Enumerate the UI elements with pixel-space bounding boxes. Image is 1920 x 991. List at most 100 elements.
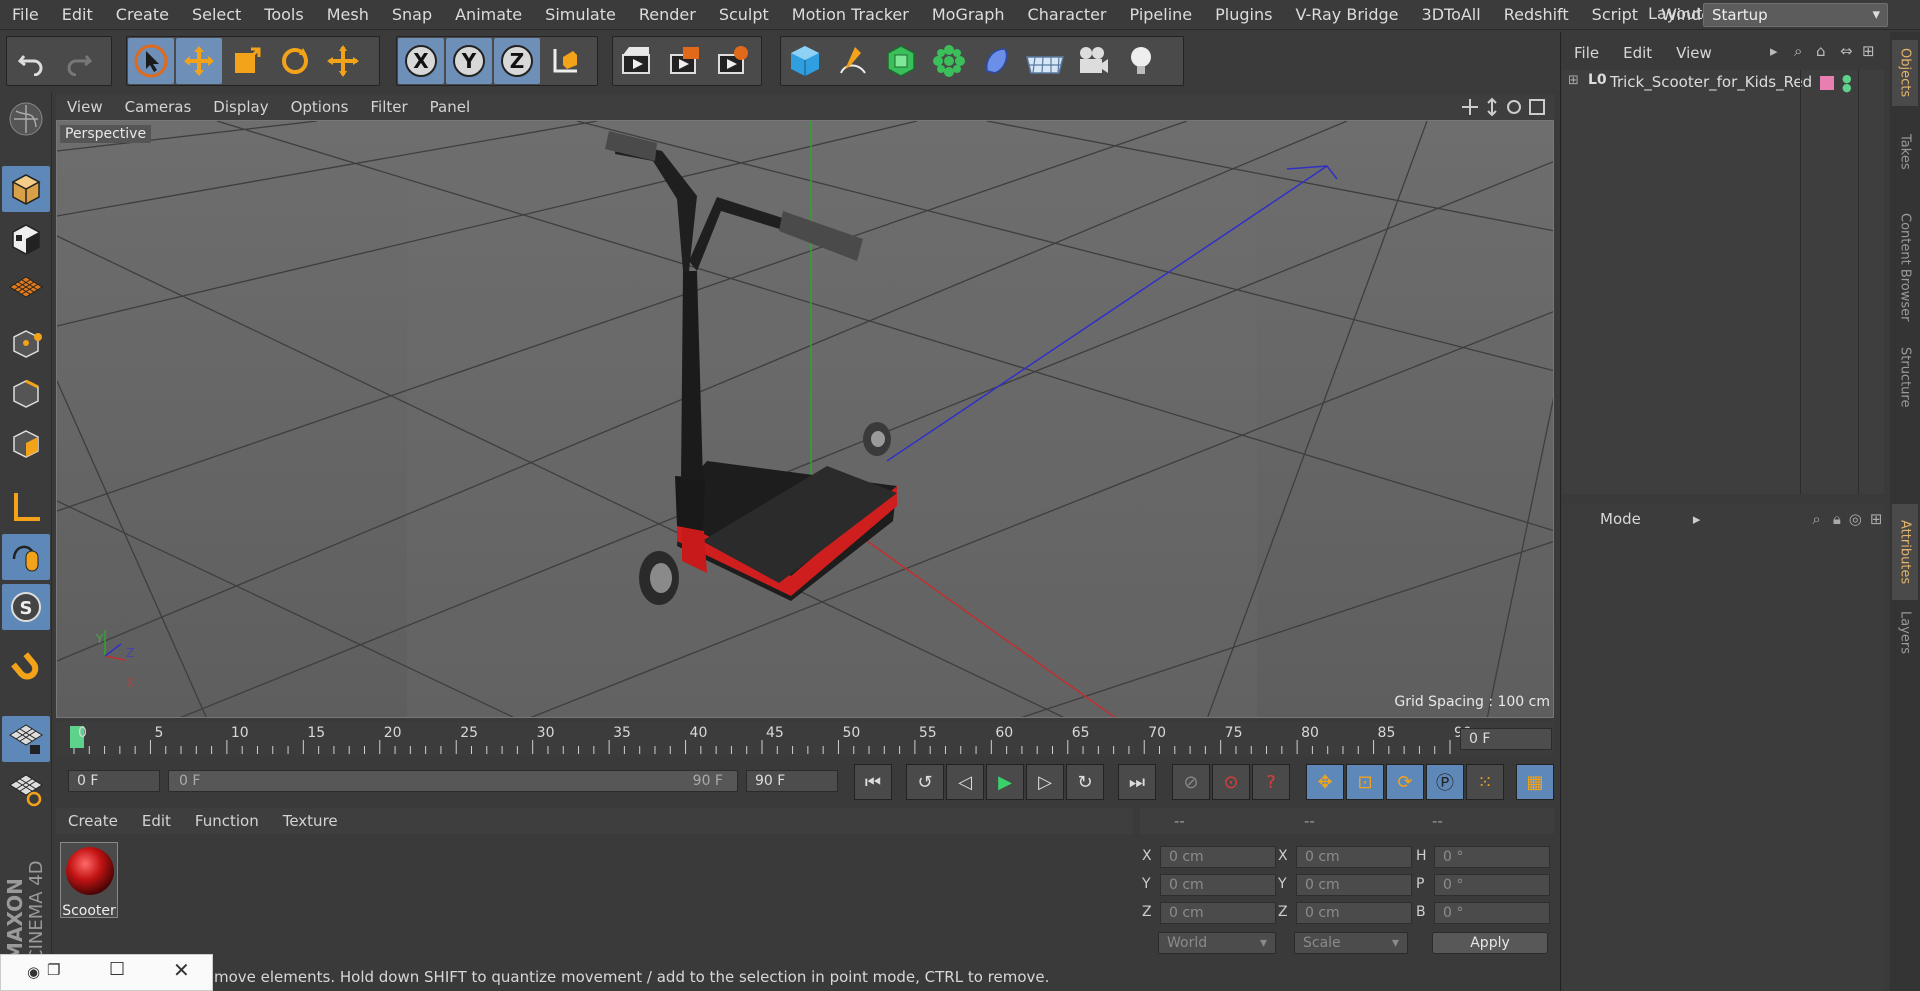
render-settings-icon[interactable] <box>710 38 756 84</box>
object-menu-view[interactable]: View <box>1664 44 1724 62</box>
tab-content-browser[interactable]: Content Browser <box>1892 198 1918 336</box>
material-menu-function[interactable]: Function <box>183 812 271 830</box>
make-editable-icon[interactable] <box>2 96 50 142</box>
mode-arrow-icon[interactable]: ▸ <box>1693 510 1701 528</box>
redo-icon[interactable] <box>56 38 102 84</box>
cube-primitive-icon[interactable] <box>782 38 828 84</box>
tab-layers[interactable]: Layers <box>1892 604 1918 662</box>
key-pla-icon[interactable]: ⁙ <box>1466 764 1504 800</box>
menu-plugins[interactable]: Plugins <box>1203 5 1283 24</box>
floor-environment-icon[interactable] <box>1022 38 1068 84</box>
object-menu-file[interactable]: File <box>1562 44 1611 62</box>
light-icon[interactable] <box>1118 38 1164 84</box>
pen-spline-icon[interactable] <box>830 38 876 84</box>
attr-search-icon[interactable]: ⌕ <box>1812 510 1820 528</box>
menu-snap[interactable]: Snap <box>380 5 443 24</box>
select-arrow-icon[interactable] <box>128 38 174 84</box>
rotate-icon[interactable] <box>272 38 318 84</box>
subdivision-surface-icon[interactable] <box>878 38 924 84</box>
menu-select[interactable]: Select <box>180 5 252 24</box>
undo-icon[interactable] <box>8 38 54 84</box>
menu-redshift[interactable]: Redshift <box>1492 5 1580 24</box>
polygons-mode-icon[interactable] <box>2 420 50 466</box>
material-tag-icon[interactable] <box>1820 76 1834 90</box>
go-to-end-icon[interactable]: ⏭ <box>1118 764 1156 800</box>
viewport-menu-options[interactable]: Options <box>280 98 360 116</box>
material-menu-texture[interactable]: Texture <box>271 812 350 830</box>
key-position-icon[interactable]: ✥ <box>1306 764 1344 800</box>
object-name[interactable]: Trick_Scooter_for_Kids_Red <box>1610 73 1812 91</box>
object-menu-edit[interactable]: Edit <box>1611 44 1664 62</box>
layout-select[interactable]: Startup <box>1703 3 1888 27</box>
coordinate-space-select[interactable]: World ▾ <box>1158 932 1276 954</box>
expand-toggle-icon[interactable]: ⊞ <box>1568 73 1579 88</box>
menu-sculpt[interactable]: Sculpt <box>707 5 780 24</box>
material-swatch-scooter[interactable]: Scooter <box>60 842 118 919</box>
render-picture-viewer-icon[interactable] <box>662 38 708 84</box>
deformer-icon[interactable] <box>974 38 1020 84</box>
menu-script[interactable]: Script <box>1580 5 1649 24</box>
snap-magnet-icon[interactable] <box>2 644 50 690</box>
coord-value-field[interactable]: 0 cm <box>1160 874 1276 896</box>
lock-workplane-icon[interactable] <box>2 716 50 762</box>
previous-key-icon[interactable]: ↺ <box>906 764 944 800</box>
material-menu-edit[interactable]: Edit <box>130 812 183 830</box>
viewport-menu-panel[interactable]: Panel <box>419 98 481 116</box>
menu-create[interactable]: Create <box>104 5 180 24</box>
tab-structure[interactable]: Structure <box>1892 340 1918 414</box>
object-row[interactable]: ⊞ L0 Trick_Scooter_for_Kids_Red ● ● <box>1562 70 1884 96</box>
menu-character[interactable]: Character <box>1016 5 1118 24</box>
play-icon[interactable]: ▶ <box>986 764 1024 800</box>
key-rotation-icon[interactable]: ⟳ <box>1386 764 1424 800</box>
render-view-icon[interactable] <box>614 38 660 84</box>
tab-objects[interactable]: Objects <box>1892 40 1918 106</box>
autokey-icon[interactable]: ⊙ <box>1212 764 1250 800</box>
key-scale-icon[interactable]: ⊡ <box>1346 764 1384 800</box>
attr-lock-icon[interactable]: 🔒︎ <box>1833 510 1841 528</box>
edges-mode-icon[interactable] <box>2 370 50 416</box>
start-frame-field[interactable]: 0 F <box>68 770 160 792</box>
expand-arrow-icon[interactable]: ▸ <box>1770 42 1778 60</box>
z-axis-lock-icon[interactable]: Z <box>494 38 540 84</box>
current-frame-field[interactable]: 0 F <box>1460 728 1552 750</box>
object-manager-tools[interactable]: ▸ ⌕ ⌂ ⇔ ⊞ <box>1762 42 1882 64</box>
coord-value-field[interactable]: 0 ° <box>1434 874 1550 896</box>
maximize-icon[interactable]: ☐ <box>109 959 125 980</box>
menu-simulate[interactable]: Simulate <box>533 5 627 24</box>
coord-value-field[interactable]: 0 cm <box>1296 874 1412 896</box>
coord-value-field[interactable]: 0 cm <box>1160 902 1276 924</box>
coordinate-system-icon[interactable] <box>542 38 588 84</box>
key-parameter-icon[interactable]: Ⓟ <box>1426 764 1464 800</box>
move-icon[interactable] <box>176 38 222 84</box>
close-icon[interactable]: ✕ <box>173 958 190 982</box>
workplane-mode-icon[interactable] <box>2 264 50 310</box>
material-menu-create[interactable]: Create <box>56 812 130 830</box>
coord-value-field[interactable]: 0 cm <box>1296 902 1412 924</box>
keyframe-selection-icon[interactable]: ? <box>1252 764 1290 800</box>
previous-frame-icon[interactable]: ◁ <box>946 764 984 800</box>
menu-v-ray-bridge[interactable]: V-Ray Bridge <box>1283 5 1409 24</box>
coord-value-field[interactable]: 0 ° <box>1434 902 1550 924</box>
texture-mode-icon[interactable] <box>2 216 50 262</box>
menu-mograph[interactable]: MoGraph <box>920 5 1016 24</box>
cloner-icon[interactable] <box>926 38 972 84</box>
viewport-nav-icons[interactable] <box>1462 96 1552 118</box>
axis-mode-icon[interactable] <box>2 484 50 530</box>
menu-3dtoall[interactable]: 3DToAll <box>1410 5 1492 24</box>
menu-mesh[interactable]: Mesh <box>315 5 380 24</box>
frame-range-slider[interactable]: 0 F 90 F <box>168 770 738 792</box>
menu-render[interactable]: Render <box>627 5 707 24</box>
menu-motion-tracker[interactable]: Motion Tracker <box>780 5 920 24</box>
perspective-viewport[interactable] <box>56 120 1554 718</box>
menu-edit[interactable]: Edit <box>50 5 104 24</box>
size-mode-select[interactable]: Scale ▾ <box>1294 932 1408 954</box>
coord-value-field[interactable]: 0 cm <box>1296 846 1412 868</box>
go-to-start-icon[interactable]: ⏮ <box>854 764 892 800</box>
end-frame-field[interactable]: 90 F <box>746 770 838 792</box>
new-panel-icon[interactable]: ⊞ <box>1862 42 1875 60</box>
attributes-mode-menu[interactable]: Mode <box>1600 510 1641 528</box>
solo-mode-icon[interactable]: S <box>2 584 50 630</box>
minimized-window-bar[interactable]: ◉ ❐ ☐ ✕ <box>0 954 213 991</box>
coord-value-field[interactable]: 0 ° <box>1434 846 1550 868</box>
model-mode-icon[interactable] <box>2 166 50 212</box>
